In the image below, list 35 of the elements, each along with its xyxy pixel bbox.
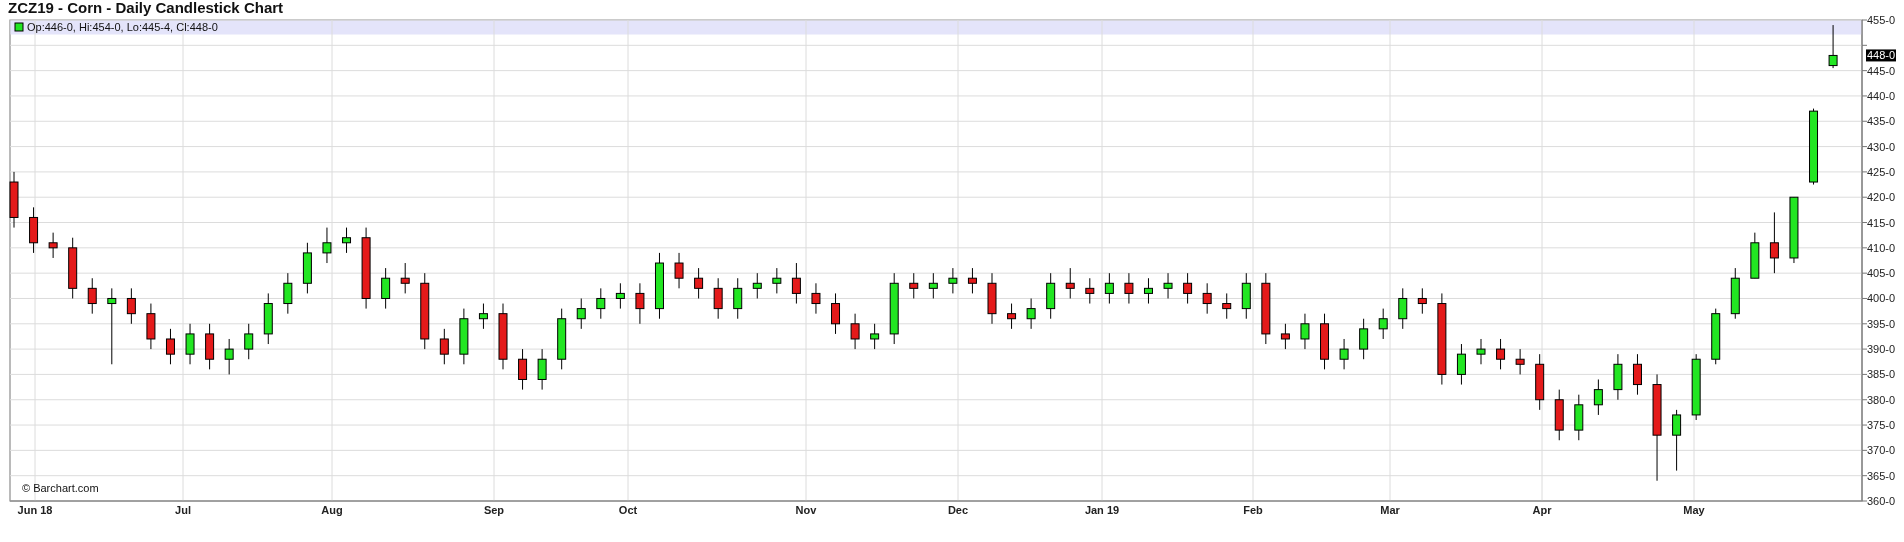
y-axis-label: 420-0 (1867, 191, 1896, 204)
y-axis-label: 445-0 (1867, 64, 1896, 77)
x-axis-label: Nov (795, 504, 817, 516)
y-axis-label: 385-0 (1867, 368, 1896, 381)
y-axis-label: 370-0 (1867, 444, 1896, 457)
y-axis-label: 440-0 (1867, 89, 1896, 102)
y-axis-label: 390-0 (1867, 343, 1896, 356)
chart-title: ZCZ19 - Corn - Daily Candlestick Chart (7, 0, 284, 16)
y-axis-label: 435-0 (1867, 115, 1896, 128)
legend-text: Op:446-0, Hi:454-0, Lo:445-4, Cl:448-0 (27, 21, 218, 33)
y-axis-label: 395-0 (1867, 317, 1896, 330)
y-axis-label: 415-0 (1867, 216, 1896, 229)
y-axis-label: 410-0 (1867, 241, 1896, 254)
x-axis-label: Jul (175, 504, 191, 516)
x-axis-label: Jun 18 (17, 504, 53, 516)
y-axis-label: 365-0 (1867, 469, 1896, 482)
x-axis-label: Jan 19 (1084, 504, 1120, 516)
y-axis-label: 405-0 (1867, 267, 1896, 280)
copyright-text: © Barchart.com (22, 482, 99, 494)
x-axis-label: Feb (1243, 504, 1263, 516)
x-axis-label: Dec (947, 504, 969, 516)
y-axis-label: 380-0 (1867, 393, 1896, 406)
last-price-badge: 448-0 (1866, 49, 1896, 62)
y-axis-label: 430-0 (1867, 140, 1896, 153)
x-axis-label: Mar (1380, 504, 1400, 516)
x-axis-label: Oct (618, 504, 638, 516)
y-axis-label: 425-0 (1867, 165, 1896, 178)
y-axis-label: 360-0 (1867, 495, 1896, 507)
x-axis-label: Aug (321, 504, 343, 516)
y-axis-label: 455-0 (1867, 16, 1896, 26)
y-axis-label: 400-0 (1867, 292, 1896, 305)
x-axis-label: May (1683, 504, 1705, 516)
y-axis-label: 375-0 (1867, 419, 1896, 432)
x-axis-label: Sep (483, 504, 505, 516)
x-axis-label: Apr (1532, 504, 1552, 516)
